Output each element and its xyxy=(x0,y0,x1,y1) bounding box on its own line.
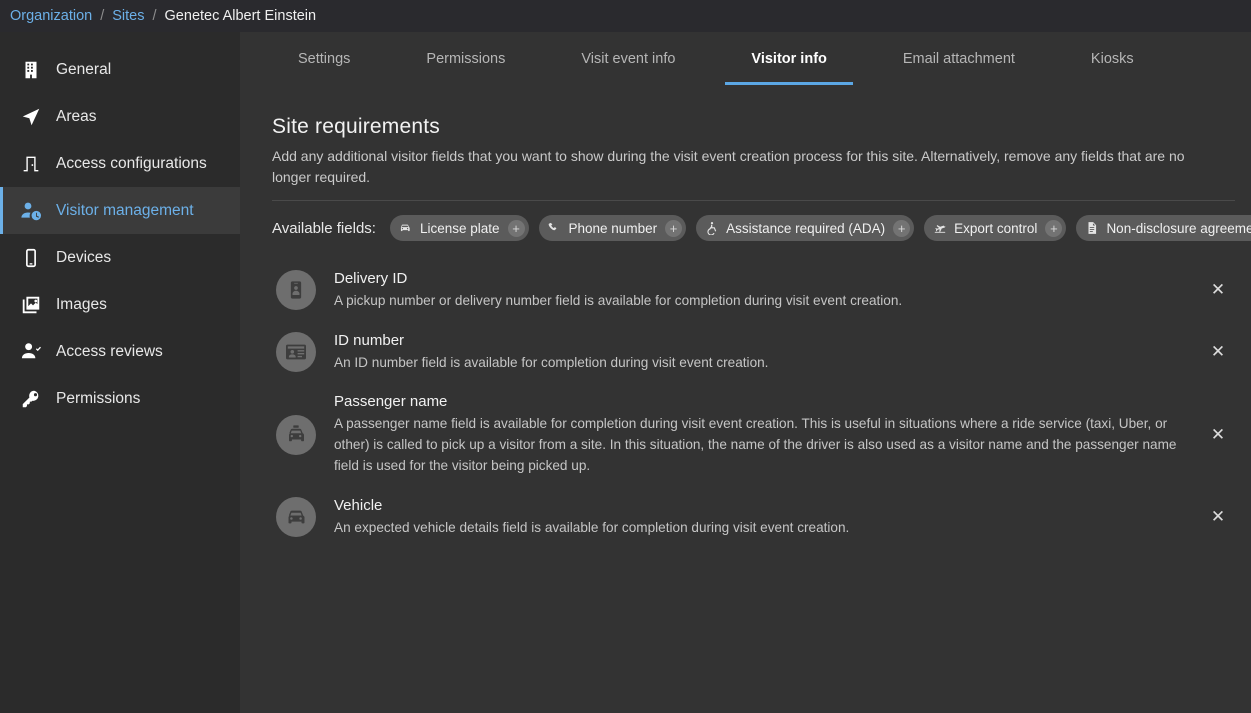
remove-requirement-button[interactable]: ✕ xyxy=(1201,335,1235,369)
chip-label: License plate xyxy=(420,221,500,236)
sidebar-item-label: Access configurations xyxy=(56,155,207,173)
tab-label: Email attachment xyxy=(903,51,1015,67)
breadcrumb: Organization / Sites / Genetec Albert Ei… xyxy=(0,0,1251,32)
chip-assistance-required-ada[interactable]: Assistance required (ADA) + xyxy=(696,215,914,241)
breadcrumb-separator: / xyxy=(100,8,104,24)
visitor-clock-icon xyxy=(18,198,44,224)
chip-label: Phone number xyxy=(569,221,658,236)
tab-settings[interactable]: Settings xyxy=(272,32,376,85)
requirement-description: A pickup number or delivery number field… xyxy=(334,290,1189,311)
taxi-icon xyxy=(276,415,316,455)
requirement-text: Vehicle An expected vehicle details fiel… xyxy=(334,497,1189,538)
requirement-row-vehicle: Vehicle An expected vehicle details fiel… xyxy=(272,486,1235,548)
available-fields-label: Available fields: xyxy=(272,220,376,237)
sidebar-item-general[interactable]: General xyxy=(0,46,240,93)
requirement-name: Vehicle xyxy=(334,497,1189,514)
site-requirements-panel: Site requirements Add any additional vis… xyxy=(240,85,1251,713)
sidebar-item-label: Areas xyxy=(56,108,97,126)
tab-kiosks[interactable]: Kiosks xyxy=(1065,32,1160,85)
main-body: General Areas Access configurations xyxy=(0,32,1251,713)
tab-label: Settings xyxy=(298,51,350,67)
sidebar-item-access-reviews[interactable]: Access reviews xyxy=(0,328,240,375)
requirement-description: An ID number field is available for comp… xyxy=(334,352,1189,373)
available-fields-row: Available fields: License plate + xyxy=(272,215,1251,241)
breadcrumb-item-current: Genetec Albert Einstein xyxy=(165,8,317,24)
requirement-name: Passenger name xyxy=(334,393,1189,410)
add-field-button[interactable]: + xyxy=(1045,220,1062,237)
document-icon xyxy=(1084,221,1099,236)
tab-visitor-info[interactable]: Visitor info xyxy=(725,32,852,85)
requirement-description: An expected vehicle details field is ava… xyxy=(334,517,1189,538)
add-field-button[interactable]: + xyxy=(665,220,682,237)
tab-permissions[interactable]: Permissions xyxy=(400,32,531,85)
sidebar-item-access-configurations[interactable]: Access configurations xyxy=(0,140,240,187)
sidebar-item-label: Visitor management xyxy=(56,202,194,220)
airplane-icon xyxy=(932,221,947,236)
tab-email-attachment[interactable]: Email attachment xyxy=(877,32,1041,85)
divider xyxy=(272,200,1235,201)
badge-icon xyxy=(276,270,316,310)
car-icon xyxy=(398,221,413,236)
tab-visit-event-info[interactable]: Visit event info xyxy=(555,32,701,85)
add-field-button[interactable]: + xyxy=(893,220,910,237)
sidebar-item-devices[interactable]: Devices xyxy=(0,234,240,281)
chip-non-disclosure-agreement[interactable]: Non-disclosure agreement + xyxy=(1076,215,1251,241)
sidebar: General Areas Access configurations xyxy=(0,32,240,713)
sidebar-item-permissions[interactable]: Permissions xyxy=(0,375,240,422)
tab-label: Kiosks xyxy=(1091,51,1134,67)
tab-label: Visitor info xyxy=(751,51,826,67)
chip-phone-number[interactable]: Phone number + xyxy=(539,215,687,241)
tab-label: Permissions xyxy=(426,51,505,67)
mobile-device-icon xyxy=(18,245,44,271)
navigation-arrow-icon xyxy=(18,104,44,130)
requirement-text: Delivery ID A pickup number or delivery … xyxy=(334,270,1189,311)
sidebar-item-label: Access reviews xyxy=(56,343,163,361)
images-icon xyxy=(18,292,44,318)
car-front-icon xyxy=(276,497,316,537)
door-icon xyxy=(18,151,44,177)
phone-icon xyxy=(547,221,562,236)
requirement-row-passenger-name: Passenger name A passenger name field is… xyxy=(272,383,1235,486)
sidebar-item-visitor-management[interactable]: Visitor management xyxy=(0,187,240,234)
sidebar-item-areas[interactable]: Areas xyxy=(0,93,240,140)
key-icon xyxy=(18,386,44,412)
remove-requirement-button[interactable]: ✕ xyxy=(1201,418,1235,452)
sidebar-item-label: General xyxy=(56,61,111,79)
requirement-text: ID number An ID number field is availabl… xyxy=(334,332,1189,373)
chip-label: Export control xyxy=(954,221,1037,236)
panel-description: Add any additional visitor fields that y… xyxy=(272,146,1214,188)
tab-label: Visit event info xyxy=(581,51,675,67)
sidebar-item-images[interactable]: Images xyxy=(0,281,240,328)
id-card-icon xyxy=(276,332,316,372)
requirement-text: Passenger name A passenger name field is… xyxy=(334,393,1189,476)
building-icon xyxy=(18,57,44,83)
breadcrumb-item-organization[interactable]: Organization xyxy=(10,8,92,24)
sidebar-item-label: Permissions xyxy=(56,390,140,408)
requirements-list: Delivery ID A pickup number or delivery … xyxy=(272,259,1235,548)
sidebar-item-label: Images xyxy=(56,296,107,314)
chip-label: Non-disclosure agreement xyxy=(1106,221,1251,236)
requirement-name: ID number xyxy=(334,332,1189,349)
requirement-description: A passenger name field is available for … xyxy=(334,413,1189,476)
add-field-button[interactable]: + xyxy=(508,220,525,237)
content-area: Settings Permissions Visit event info Vi… xyxy=(240,32,1251,713)
remove-requirement-button[interactable]: ✕ xyxy=(1201,273,1235,307)
chip-export-control[interactable]: Export control + xyxy=(924,215,1066,241)
requirement-row-delivery-id: Delivery ID A pickup number or delivery … xyxy=(272,259,1235,321)
wheelchair-icon xyxy=(704,221,719,236)
app-window: Organization / Sites / Genetec Albert Ei… xyxy=(0,0,1251,713)
breadcrumb-separator: / xyxy=(153,8,157,24)
tab-bar: Settings Permissions Visit event info Vi… xyxy=(240,32,1251,85)
page-title: Site requirements xyxy=(272,115,1251,139)
remove-requirement-button[interactable]: ✕ xyxy=(1201,500,1235,534)
sidebar-item-label: Devices xyxy=(56,249,111,267)
chip-license-plate[interactable]: License plate + xyxy=(390,215,529,241)
requirement-name: Delivery ID xyxy=(334,270,1189,287)
breadcrumb-item-sites[interactable]: Sites xyxy=(112,8,144,24)
user-check-icon xyxy=(18,339,44,365)
chip-label: Assistance required (ADA) xyxy=(726,221,885,236)
requirement-row-id-number: ID number An ID number field is availabl… xyxy=(272,321,1235,383)
